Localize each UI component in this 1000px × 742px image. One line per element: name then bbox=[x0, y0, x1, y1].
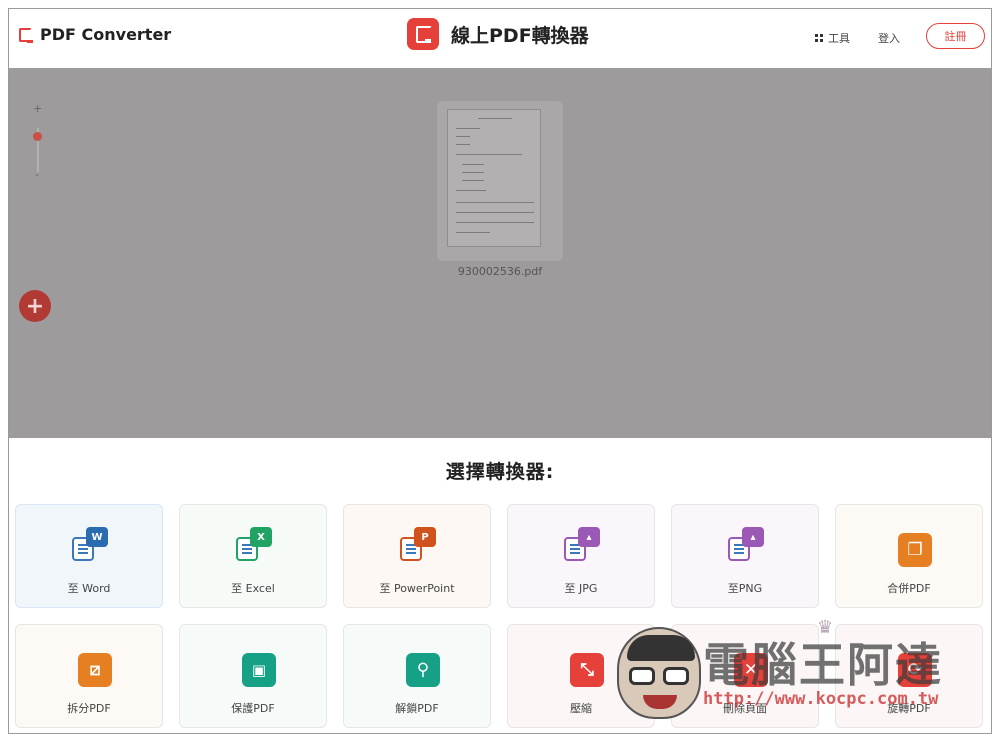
watermark-title: 電腦王阿達 bbox=[703, 638, 943, 692]
tile-to-excel[interactable]: X 至 Excel bbox=[179, 504, 327, 608]
tile-unlock-pdf[interactable]: ⚲ 解鎖PDF bbox=[343, 624, 491, 728]
zoom-out-button[interactable]: - bbox=[35, 168, 39, 181]
file-name: 930002536.pdf bbox=[457, 265, 543, 278]
compress-icon: ⤡ bbox=[564, 647, 604, 687]
tile-label: 至 Word bbox=[67, 582, 111, 595]
mascot-face-icon bbox=[617, 627, 701, 719]
pdf-logo-icon bbox=[19, 27, 33, 43]
logo[interactable]: PDF Converter bbox=[19, 25, 171, 44]
tile-to-jpg[interactable]: ▴ 至 JPG bbox=[507, 504, 655, 608]
converter-section-title: 選擇轉換器: bbox=[445, 461, 555, 483]
split-icon: ⧄ bbox=[72, 647, 112, 687]
watermark: ♛ 電腦王阿達 http://www.kocpc.com.tw bbox=[617, 617, 967, 727]
document-thumbnail bbox=[447, 109, 541, 247]
tile-label: 合併PDF bbox=[887, 582, 931, 595]
key-icon: ⚲ bbox=[400, 647, 440, 687]
word-icon: W bbox=[72, 527, 110, 565]
zoom-in-button[interactable]: + bbox=[33, 102, 42, 115]
page-title-text: 線上PDF轉換器 bbox=[451, 24, 589, 47]
powerpoint-icon: P bbox=[400, 527, 438, 565]
login-link[interactable]: 登入 bbox=[878, 30, 900, 46]
excel-icon: X bbox=[236, 527, 274, 565]
tile-label: 至PNG bbox=[727, 582, 763, 595]
jpg-icon: ▴ bbox=[564, 527, 602, 565]
tile-merge-pdf[interactable]: ❐ 合併PDF bbox=[835, 504, 983, 608]
tile-label: 解鎖PDF bbox=[395, 702, 439, 715]
tile-split-pdf[interactable]: ⧄ 拆分PDF bbox=[15, 624, 163, 728]
add-file-button[interactable]: + bbox=[19, 290, 51, 322]
tools-label: 工具 bbox=[828, 32, 850, 45]
tools-menu[interactable]: 工具 bbox=[815, 30, 850, 46]
file-workspace: + - + 930002536.pdf bbox=[9, 68, 991, 438]
grid-icon bbox=[815, 34, 823, 42]
signup-button[interactable]: 註冊 bbox=[926, 23, 985, 49]
lock-icon: ▣ bbox=[236, 647, 276, 687]
app-frame: PDF Converter 線上PDF轉換器 工具 登入 註冊 + - + 93… bbox=[8, 8, 992, 734]
png-icon: ▴ bbox=[728, 527, 766, 565]
page-title: 線上PDF轉換器 bbox=[407, 18, 589, 50]
tile-to-word[interactable]: W 至 Word bbox=[15, 504, 163, 608]
zoom-slider-handle[interactable] bbox=[33, 132, 42, 141]
tile-label: 至 Excel bbox=[231, 582, 275, 595]
tile-to-powerpoint[interactable]: P 至 PowerPoint bbox=[343, 504, 491, 608]
watermark-url: http://www.kocpc.com.tw bbox=[703, 689, 939, 709]
file-card[interactable] bbox=[437, 101, 563, 261]
merge-icon: ❐ bbox=[892, 527, 932, 567]
tile-label: 保護PDF bbox=[231, 702, 275, 715]
tile-to-png[interactable]: ▴ 至PNG bbox=[671, 504, 819, 608]
tile-label: 至 JPG bbox=[564, 582, 598, 595]
logo-text: PDF Converter bbox=[40, 25, 172, 44]
pdf-converter-icon bbox=[407, 18, 439, 50]
tile-label: 拆分PDF bbox=[67, 702, 111, 715]
tile-protect-pdf[interactable]: ▣ 保護PDF bbox=[179, 624, 327, 728]
top-header: PDF Converter 線上PDF轉換器 工具 登入 註冊 bbox=[9, 9, 991, 68]
tile-label: 至 PowerPoint bbox=[379, 582, 455, 595]
